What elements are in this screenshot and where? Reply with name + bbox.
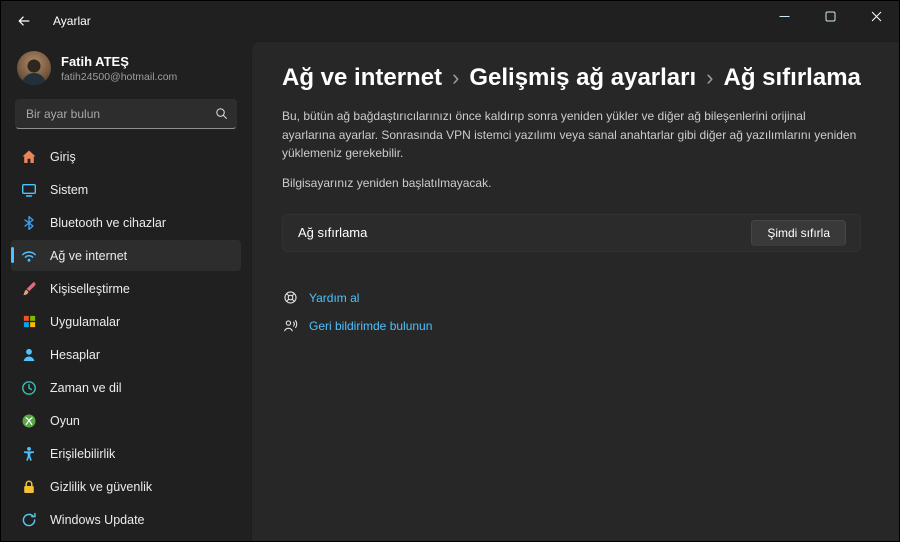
sidebar-item-label: Windows Update: [50, 512, 145, 527]
settings-window: Ayarlar Fatih ATEŞ fatih24500@hotmail.co…: [0, 0, 900, 542]
maximize-icon: [825, 9, 836, 27]
clock-icon: [21, 380, 37, 396]
sidebar-item-label: Zaman ve dil: [50, 380, 122, 395]
minimize-icon: [779, 9, 790, 27]
sidebar-item-oyun[interactable]: Oyun: [11, 405, 241, 436]
sidebar-item-gizlilik-ve-guvenlik[interactable]: Gizlilik ve güvenlik: [11, 471, 241, 502]
breadcrumb-separator: ›: [452, 65, 460, 90]
user-profile[interactable]: Fatih ATEŞ fatih24500@hotmail.com: [11, 45, 241, 97]
sidebar-item-bluetooth[interactable]: Bluetooth ve cihazlar: [11, 207, 241, 238]
user-name: Fatih ATEŞ: [61, 53, 129, 69]
feedback-link[interactable]: Geri bildirimde bulunun: [309, 319, 432, 333]
sidebar-item-label: Kişiselleştirme: [50, 281, 130, 296]
feedback-row: Geri bildirimde bulunun: [282, 318, 861, 334]
breadcrumb-item-network[interactable]: Ağ ve internet: [282, 64, 442, 92]
page-description: Bu, bütün ağ bağdaştırıcılarınızı önce k…: [282, 109, 857, 161]
help-links: Yardım al Geri bildirimde bulunun: [282, 290, 861, 334]
restart-note: Bilgisayarınız yeniden başlatılmayacak.: [282, 175, 492, 190]
avatar: [17, 51, 51, 85]
apps-grid-icon: [21, 314, 37, 330]
game-icon: [21, 413, 37, 429]
sidebar: Fatih ATEŞ fatih24500@hotmail.com Giriş: [1, 41, 251, 541]
maximize-button[interactable]: [807, 1, 853, 35]
sidebar-item-ag-ve-internet[interactable]: Ağ ve internet: [11, 240, 241, 271]
breadcrumb-separator: ›: [706, 65, 714, 90]
feedback-icon: [282, 318, 298, 334]
sidebar-item-zaman-ve-dil[interactable]: Zaman ve dil: [11, 372, 241, 403]
home-icon: [21, 149, 37, 165]
sidebar-item-erisilebilirlik[interactable]: Erişilebilirlik: [11, 438, 241, 469]
search-box: [15, 99, 237, 129]
get-help-row: Yardım al: [282, 290, 861, 306]
sidebar-item-label: Bluetooth ve cihazlar: [50, 215, 167, 230]
bluetooth-icon: [21, 215, 37, 231]
breadcrumb: Ağ ve internet › Gelişmiş ağ ayarları › …: [282, 64, 861, 92]
accessibility-icon: [21, 446, 37, 462]
close-icon: [871, 9, 882, 27]
breadcrumb-item-current: Ağ sıfırlama: [723, 64, 861, 91]
breadcrumb-item-advanced[interactable]: Gelişmiş ağ ayarları: [469, 64, 696, 92]
back-button[interactable]: [5, 4, 43, 38]
sidebar-item-label: Erişilebilirlik: [50, 446, 116, 461]
monitor-icon: [21, 182, 37, 198]
sidebar-item-sistem[interactable]: Sistem: [11, 174, 241, 205]
window-title: Ayarlar: [53, 14, 91, 28]
close-button[interactable]: [853, 1, 899, 35]
back-arrow-icon: [16, 13, 32, 29]
sidebar-nav: Giriş Sistem Bluetooth ve cihazlar Ağ ve…: [11, 139, 241, 541]
sidebar-item-label: Oyun: [50, 413, 80, 428]
sidebar-item-hesaplar[interactable]: Hesaplar: [11, 339, 241, 370]
sidebar-item-label: Uygulamalar: [50, 314, 121, 329]
sidebar-item-windows-update[interactable]: Windows Update: [11, 504, 241, 535]
update-icon: [21, 512, 37, 528]
network-reset-card: Ağ sıfırlama Şimdi sıfırla: [282, 213, 861, 252]
titlebar: Ayarlar: [1, 1, 899, 41]
sidebar-item-label: Hesaplar: [50, 347, 101, 362]
user-email: fatih24500@hotmail.com: [61, 70, 178, 83]
wifi-icon: [21, 248, 37, 264]
person-icon: [21, 347, 37, 363]
reset-now-button[interactable]: Şimdi sıfırla: [751, 219, 846, 246]
lock-icon: [21, 479, 37, 495]
sidebar-item-uygulamalar[interactable]: Uygulamalar: [11, 306, 241, 337]
help-icon: [282, 290, 298, 306]
sidebar-item-kisisellestirme[interactable]: Kişiselleştirme: [11, 273, 241, 304]
sidebar-item-label: Gizlilik ve güvenlik: [50, 479, 153, 494]
main-content: Ağ ve internet › Gelişmiş ağ ayarları › …: [251, 41, 899, 541]
sidebar-item-label: Ağ ve internet: [50, 248, 128, 263]
sidebar-item-giris[interactable]: Giriş: [11, 141, 241, 172]
caption-buttons: [761, 1, 899, 35]
sidebar-item-label: Giriş: [50, 149, 76, 164]
get-help-link[interactable]: Yardım al: [309, 291, 359, 305]
sidebar-item-label: Sistem: [50, 182, 89, 197]
search-input[interactable]: [15, 99, 237, 129]
reset-card-label: Ağ sıfırlama: [298, 225, 368, 241]
minimize-button[interactable]: [761, 1, 807, 35]
brush-icon: [21, 281, 37, 297]
